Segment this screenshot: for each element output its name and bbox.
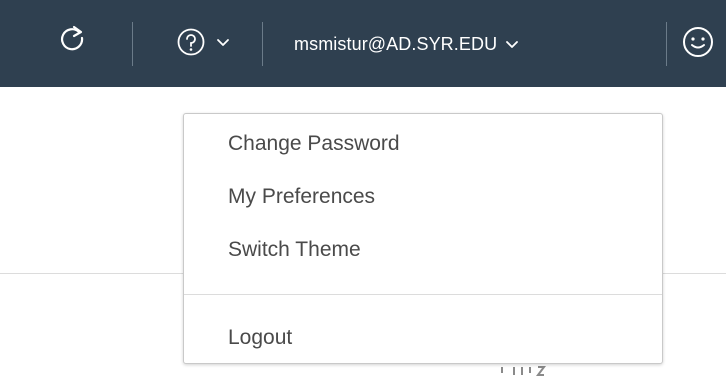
menu-item-switch-theme[interactable]: Switch Theme [184,224,662,276]
chevron-down-icon [505,34,519,55]
refresh-icon [60,25,88,64]
header-separator [666,22,667,66]
help-icon [176,27,206,62]
menu-item-label: Logout [228,326,293,349]
header-separator [132,22,133,66]
refresh-button[interactable] [44,14,104,74]
menu-item-label: My Preferences [228,185,376,208]
top-header-bar: msmistur@AD.SYR.EDU [0,0,726,87]
page: msmistur@AD.SYR.EDU Change Password My P… [0,0,726,381]
menu-item-my-preferences[interactable]: My Preferences [184,171,662,223]
user-menu-button[interactable]: msmistur@AD.SYR.EDU [282,18,531,70]
user-avatar-icon [680,24,716,65]
menu-item-label: Change Password [228,132,400,155]
help-menu-button[interactable] [160,18,246,70]
chevron-down-icon [216,35,230,53]
user-dropdown-menu: Change Password My Preferences Switch Th… [183,113,663,364]
menu-item-logout[interactable]: Logout [184,312,662,364]
menu-divider [184,294,662,295]
user-name-label: msmistur@AD.SYR.EDU [294,33,498,54]
menu-item-change-password[interactable]: Change Password [184,118,662,170]
header-separator [262,22,263,66]
menu-item-label: Switch Theme [228,238,361,261]
user-avatar-button[interactable] [680,18,726,70]
